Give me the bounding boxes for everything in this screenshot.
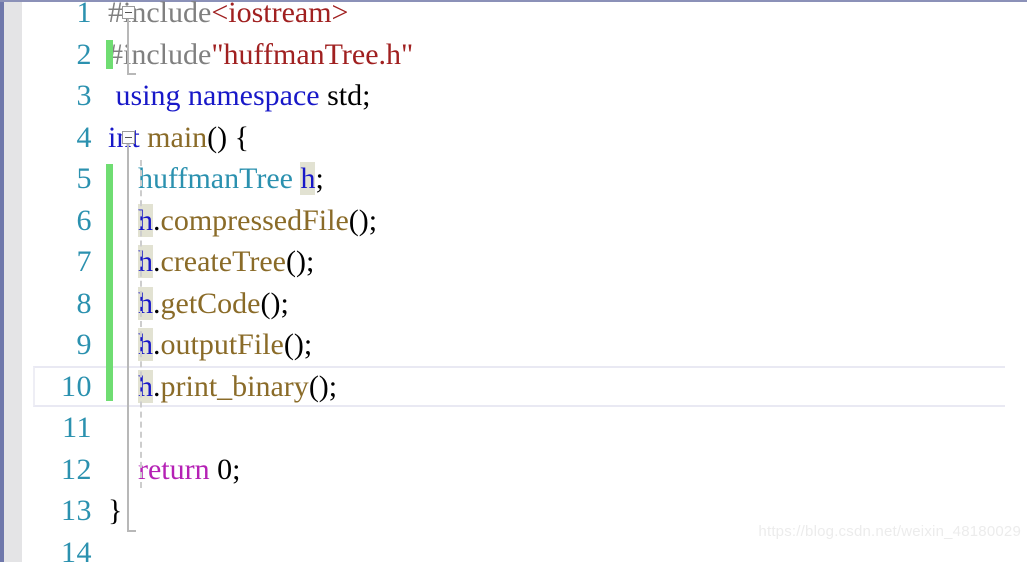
code-line[interactable]: 7 h.createTree(); [0, 241, 1005, 283]
token-plain: (); [308, 369, 338, 403]
code-text[interactable]: h.outputFile(); [108, 324, 312, 366]
code-line[interactable]: 9 h.outputFile(); [0, 324, 1005, 366]
line-number: 2 [76, 37, 92, 71]
line-number: 9 [76, 328, 92, 361]
line-number: 12 [61, 452, 92, 486]
code-line[interactable]: 4int main() { [0, 117, 1005, 159]
token-plain: (); [260, 286, 289, 320]
line-number: 11 [62, 411, 92, 444]
code-editor[interactable]: 1 #include<iostream> 2 #include"huffmanTree… [0, 0, 1027, 562]
code-text[interactable]: h.print_binary(); [108, 366, 337, 408]
line-number: 4 [76, 120, 92, 154]
fold-collapse-icon[interactable] [122, 6, 135, 19]
token-plain: . [153, 328, 161, 361]
code-text[interactable]: using namespace std; [108, 75, 371, 117]
vcs-change-bar [106, 39, 113, 69]
token-plain: ; [232, 452, 241, 486]
token-string: "huffmanTree.h" [211, 37, 414, 71]
token-plain: . [153, 286, 161, 320]
line-number: 6 [76, 203, 92, 237]
fold-rail [127, 132, 129, 530]
code-line[interactable]: 11 [0, 407, 1005, 449]
token-func: getCode [160, 286, 261, 320]
token-plain: std; [319, 79, 371, 112]
token-plain: } [108, 494, 123, 527]
code-line[interactable]: 10 h.print_binary(); [0, 365, 1005, 408]
token-var: h [300, 162, 316, 195]
code-text[interactable]: #include<iostream> [108, 0, 348, 34]
code-text[interactable]: h.compressedFile(); [108, 200, 377, 242]
line-number: 1 [76, 0, 92, 29]
code-line[interactable]: 5 huffmanTree h; [0, 158, 1005, 200]
code-text[interactable]: h.getCode(); [108, 283, 289, 325]
vcs-change-bar [106, 164, 113, 401]
fold-rail-foot [127, 529, 136, 532]
token-plain: . [153, 369, 161, 403]
token-plain: . [153, 203, 161, 237]
line-number: 8 [76, 286, 92, 320]
code-text[interactable]: h.createTree(); [108, 241, 314, 283]
line-number: 3 [76, 79, 92, 112]
token-plain: (); [283, 328, 313, 361]
token-kw: using namespace [115, 79, 320, 112]
token-num: 0 [217, 452, 233, 486]
token-func: createTree [160, 245, 286, 278]
code-line[interactable]: 12 return 0; [0, 449, 1005, 491]
line-number: 14 [61, 535, 92, 562]
indent-guide [140, 160, 142, 488]
line-number: 13 [61, 494, 92, 527]
fold-collapse-icon[interactable] [122, 130, 135, 144]
line-number: 5 [76, 162, 92, 195]
token-string: <iostream> [211, 0, 349, 29]
token-plain: () { [207, 120, 250, 154]
token-plain: (); [285, 245, 315, 278]
token-type: huffmanTree [138, 162, 293, 195]
token-func: print_binary [160, 369, 309, 403]
token-pre: #include [108, 37, 212, 71]
token-plain: . [153, 245, 161, 278]
code-line[interactable]: 1 #include<iostream> [0, 0, 1005, 34]
code-line[interactable]: 6 h.compressedFile(); [0, 200, 1005, 242]
line-number: 7 [76, 245, 92, 278]
code-text[interactable]: #include"huffmanTree.h" [108, 34, 413, 76]
token-func: outputFile [160, 328, 284, 361]
code-line[interactable]: 3 using namespace std; [0, 75, 1005, 117]
watermark-text: https://blog.csdn.net/weixin_48180029 [758, 523, 1021, 540]
code-line[interactable]: 2 #include"huffmanTree.h" [0, 34, 1005, 76]
fold-rail-foot [127, 73, 136, 75]
code-line[interactable]: 8 h.getCode(); [0, 283, 1005, 325]
token-func: compressedFile [160, 203, 349, 237]
line-number: 10 [61, 369, 92, 403]
code-text[interactable]: } [108, 490, 122, 532]
token-plain: ; [315, 162, 324, 195]
token-plain: (); [348, 203, 378, 237]
token-func: main [147, 120, 208, 154]
token-ret: return [138, 452, 210, 486]
